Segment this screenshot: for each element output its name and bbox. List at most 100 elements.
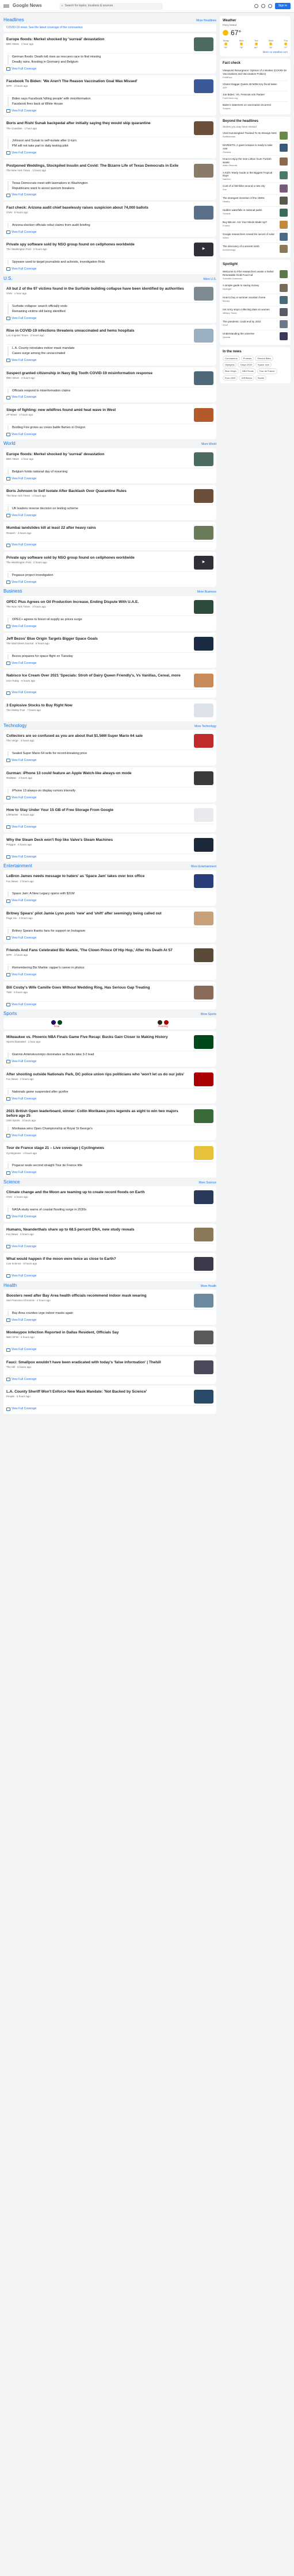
side-story[interactable]: The pandemic could end by 2022 STAT	[223, 318, 288, 331]
story-thumbnail[interactable]	[194, 874, 213, 889]
side-story[interactable]: Cost of a hitchhike around a new city Vox	[223, 183, 288, 195]
side-story-thumbnail[interactable]	[280, 308, 288, 317]
story-title[interactable]: Monkeypox Infection Reported in Dallas R…	[6, 1331, 190, 1335]
full-coverage-link[interactable]: View Full Coverage	[6, 192, 213, 198]
story-title[interactable]: 2021 British Open leaderboard, winner: C…	[6, 1109, 190, 1118]
section-title-technology[interactable]: Technology	[3, 723, 26, 729]
story[interactable]: Bill Cosby's Wife Camille Goes Without W…	[6, 984, 213, 1002]
story-title[interactable]: All but 2 of the 97 victims found in the…	[6, 287, 190, 291]
story-title[interactable]: Fauci: Smallpox wouldn't have been eradi…	[6, 1360, 190, 1365]
related-story[interactable]: Deadly rains, flooding in Germany and Be…	[12, 60, 213, 65]
related-story[interactable]: Belgium holds national day of mourning	[12, 470, 213, 475]
story-thumbnail[interactable]	[194, 407, 213, 422]
full-coverage-link[interactable]: View Full Coverage	[6, 266, 213, 272]
story-thumbnail[interactable]	[194, 1331, 213, 1345]
full-coverage-link[interactable]: View Full Coverage	[6, 972, 213, 978]
story-title[interactable]: 3 Explosive Stocks to Buy Right Now	[6, 703, 190, 708]
side-story[interactable]: Hidden waterfalls in national parks Outsi…	[223, 207, 288, 220]
headlines-title[interactable]: Headlines	[3, 17, 24, 23]
story-title[interactable]: Climate change and the Moon are teaming …	[6, 1190, 190, 1195]
side-story[interactable]: Claims Dagger Quiets 28-M3M Key fiscal b…	[223, 81, 288, 92]
story[interactable]: After shooting outside Nationals Park, D…	[6, 1071, 213, 1089]
sign-in-button[interactable]: Sign in	[274, 3, 291, 9]
full-coverage-link[interactable]: View Full Coverage	[6, 1059, 213, 1064]
related-story[interactable]: Pegasus project investigation	[12, 573, 213, 578]
story-title[interactable]: Europe floods: Merkel shocked by 'surrea…	[6, 452, 190, 457]
score-box[interactable]: Pending	[158, 1020, 169, 1028]
full-coverage-link[interactable]: View Full Coverage	[6, 624, 213, 629]
side-story[interactable]: The strangest invention of the 1900s Hist…	[223, 195, 288, 207]
story-title[interactable]: Suspect granted citizenship in Navy Big …	[6, 371, 190, 376]
story-thumbnail[interactable]	[194, 734, 213, 748]
score-box[interactable]: Final	[51, 1020, 62, 1028]
story[interactable]: Rise in COVID-19 infections threatens un…	[6, 327, 213, 345]
story-thumbnail[interactable]	[194, 1035, 213, 1049]
story-thumbnail[interactable]	[194, 771, 213, 785]
side-story-thumbnail[interactable]	[280, 171, 288, 179]
full-coverage-link[interactable]: View Full Coverage	[6, 1244, 213, 1249]
story-title[interactable]: OPEC Plus Agrees on Oil Production Incre…	[6, 600, 190, 605]
story-thumbnail[interactable]	[194, 163, 213, 178]
story-thumbnail[interactable]	[194, 1293, 213, 1308]
side-story-thumbnail[interactable]	[280, 233, 288, 241]
section-more-link-science[interactable]: More Science	[198, 1181, 216, 1185]
side-story-thumbnail[interactable]	[280, 184, 288, 193]
story[interactable]: Boris and Rishi Sunak backpedal after in…	[6, 120, 213, 138]
story[interactable]: Mumbai landslides kill at least 22 after…	[6, 524, 213, 543]
side-story[interactable]: Viral Hummingbird Tracked To Its Strange…	[223, 130, 288, 142]
related-story[interactable]: Spyware used to target journalists and a…	[12, 260, 213, 265]
full-coverage-link[interactable]: View Full Coverage	[6, 1002, 213, 1008]
story-title[interactable]: Nabisco Ice Cream Over 2021 'Specials: S…	[6, 674, 190, 678]
full-coverage-link[interactable]: View Full Coverage	[6, 108, 213, 114]
story[interactable]: Suspect granted citizenship in Navy Big …	[6, 370, 213, 387]
related-story[interactable]: German floods: Death toll rises as rescu…	[12, 55, 213, 60]
section-more-link-us[interactable]: More U.S.	[203, 278, 216, 282]
topic-chip[interactable]: Simone Biles	[255, 355, 273, 362]
story[interactable]: L.A. County Sheriff Won't Enforce New Ma…	[6, 1388, 213, 1406]
related-story[interactable]: UK leaders reverse decision on testing s…	[12, 506, 213, 512]
story[interactable]: Friends And Fans Celebrated Biz Markie, …	[6, 947, 213, 965]
weather-card[interactable]: Weather Parry Island 67° Today 75° Mon 78° T…	[220, 16, 291, 57]
related-story[interactable]: Giannis Antetokounmpo dominates as Bucks…	[12, 1052, 213, 1058]
story-thumbnail[interactable]	[194, 674, 213, 688]
video-thumbnail[interactable]	[194, 555, 213, 570]
story-title[interactable]: Britney Spears' pilot Jamie Lynn posts '…	[6, 912, 190, 916]
related-story[interactable]: Morikawa wins Open Championship at Royal…	[12, 1126, 213, 1132]
full-coverage-link[interactable]: View Full Coverage	[6, 1214, 213, 1220]
google-news-logo[interactable]: Google News	[13, 3, 42, 9]
full-coverage-link[interactable]: View Full Coverage	[6, 1273, 213, 1279]
story[interactable]: How to Stay Under Your 15 GB of Free Sto…	[6, 806, 213, 825]
topic-chip[interactable]: NBA Finals	[239, 368, 256, 374]
side-story[interactable]: MARKETS: A giant octopus is ready to tak…	[223, 142, 288, 156]
section-title-science[interactable]: Science	[3, 1179, 20, 1185]
topic-chip[interactable]: Jeff Bezos	[239, 375, 255, 380]
full-coverage-link[interactable]: View Full Coverage	[6, 1347, 213, 1352]
related-story[interactable]: Bezos prepares for space flight on Tuesd…	[12, 654, 213, 659]
story-title[interactable]: Boosters need after Bay Area health offi…	[6, 1294, 190, 1298]
topic-chip[interactable]: Coronavirus	[223, 355, 240, 362]
side-story[interactable]: How to buy a summer vacation home Money	[223, 294, 288, 307]
story-thumbnail[interactable]	[194, 329, 213, 343]
story[interactable]: Facebook To Biden: 'We Aren't The Reason…	[6, 78, 213, 96]
story[interactable]: Nabisco Ice Cream Over 2021 'Specials: S…	[6, 672, 213, 690]
story-title[interactable]: Milwaukee vs. Phoenix NBA Finals Game Fi…	[6, 1035, 190, 1040]
story-title[interactable]: Why the Steam Deck won't flop like Valve…	[6, 838, 190, 843]
section-title-us[interactable]: U.S.	[3, 276, 13, 282]
story-title[interactable]: Gurman: iPhone 13 could feature an Apple…	[6, 771, 190, 776]
related-story[interactable]: Bootleg Fire grows as crews battle flame…	[12, 425, 213, 430]
section-more-link-sports[interactable]: More Sports	[201, 1013, 216, 1017]
full-coverage-link[interactable]: View Full Coverage	[6, 660, 213, 666]
apps-icon[interactable]	[268, 4, 272, 8]
full-coverage-link[interactable]: View Full Coverage	[6, 1406, 213, 1412]
side-story-title[interactable]: MARKETS: A giant octopus is ready to tak…	[223, 144, 277, 151]
related-story[interactable]: Officials respond to misinformation clai…	[12, 389, 213, 394]
full-coverage-link[interactable]: View Full Coverage	[6, 579, 213, 585]
story-thumbnail[interactable]	[194, 1109, 213, 1124]
story[interactable]: Boris Johnson to Self Isolate After Back…	[6, 487, 213, 506]
full-coverage-link[interactable]: View Full Coverage	[6, 690, 213, 695]
side-story-thumbnail[interactable]	[280, 221, 288, 229]
full-coverage-link[interactable]: View Full Coverage	[6, 66, 213, 72]
story-thumbnail[interactable]	[194, 599, 213, 614]
story-title[interactable]: Humans, Neanderthals share up to 68.5 pe…	[6, 1228, 190, 1232]
story-thumbnail[interactable]	[194, 1257, 213, 1271]
